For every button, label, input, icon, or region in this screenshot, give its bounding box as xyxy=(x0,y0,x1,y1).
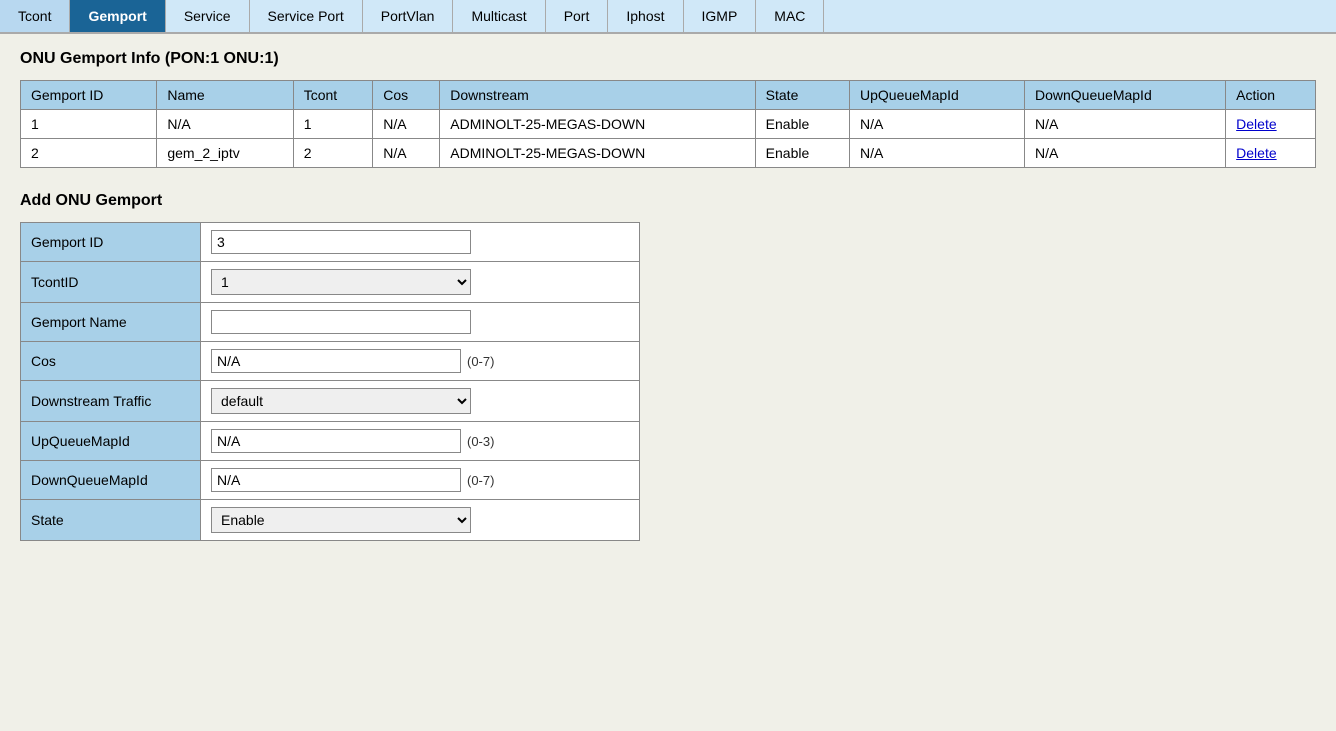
cos-cell: (0-7) xyxy=(201,342,640,381)
form-row-gemport-name: Gemport Name xyxy=(21,303,640,342)
tab-gemport[interactable]: Gemport xyxy=(70,0,165,32)
col-downqueue: DownQueueMapId xyxy=(1025,81,1226,110)
gemport-info-table: Gemport ID Name Tcont Cos Downstream Sta… xyxy=(20,80,1316,168)
gemport-name-cell xyxy=(201,303,640,342)
tcont-id-label: TcontID xyxy=(21,262,201,303)
col-cos: Cos xyxy=(373,81,440,110)
state-select[interactable]: EnableDisable xyxy=(211,507,471,533)
downqueue-cell: (0-7) xyxy=(201,461,640,500)
tab-service[interactable]: Service xyxy=(166,0,250,32)
col-name: Name xyxy=(157,81,293,110)
col-action: Action xyxy=(1226,81,1316,110)
tcont-id-cell: 123 xyxy=(201,262,640,303)
gemport-id-cell xyxy=(201,223,640,262)
gemport-name-label: Gemport Name xyxy=(21,303,201,342)
add-gemport-form: Gemport ID TcontID 123 Gemport Name Cos xyxy=(20,222,640,541)
downstream-traffic-label: Downstream Traffic xyxy=(21,381,201,422)
tab-port[interactable]: Port xyxy=(546,0,609,32)
downqueue-label: DownQueueMapId xyxy=(21,461,201,500)
tab-service-port[interactable]: Service Port xyxy=(250,0,363,32)
tab-portvlan[interactable]: PortVlan xyxy=(363,0,454,32)
gemport-id-input[interactable] xyxy=(211,230,471,254)
tab-mac[interactable]: MAC xyxy=(756,0,824,32)
downstream-traffic-select[interactable]: default xyxy=(211,388,471,414)
downqueue-range: (0-7) xyxy=(467,473,494,488)
tab-multicast[interactable]: Multicast xyxy=(453,0,545,32)
form-row-state: State EnableDisable xyxy=(21,500,640,541)
cos-range: (0-7) xyxy=(467,354,494,369)
gemport-id-label: Gemport ID xyxy=(21,223,201,262)
form-row-downqueue: DownQueueMapId (0-7) xyxy=(21,461,640,500)
tab-tcont[interactable]: Tcont xyxy=(0,0,70,32)
form-row-cos: Cos (0-7) xyxy=(21,342,640,381)
form-row-gemport-id: Gemport ID xyxy=(21,223,640,262)
tcont-id-select[interactable]: 123 xyxy=(211,269,471,295)
downqueue-input[interactable] xyxy=(211,468,461,492)
delete-link[interactable]: Delete xyxy=(1236,145,1276,161)
cos-input[interactable] xyxy=(211,349,461,373)
col-upqueue: UpQueueMapId xyxy=(850,81,1025,110)
table-row: 2gem_2_iptv2N/AADMINOLT-25-MEGAS-DOWNEna… xyxy=(21,139,1316,168)
col-downstream: Downstream xyxy=(440,81,755,110)
upqueue-input[interactable] xyxy=(211,429,461,453)
tab-bar: Tcont Gemport Service Service Port PortV… xyxy=(0,0,1336,34)
page-title: ONU Gemport Info (PON:1 ONU:1) xyxy=(20,50,1316,68)
add-section-title: Add ONU Gemport xyxy=(20,192,1316,210)
col-tcont: Tcont xyxy=(293,81,373,110)
delete-link[interactable]: Delete xyxy=(1236,116,1276,132)
col-gemport-id: Gemport ID xyxy=(21,81,157,110)
tab-iphost[interactable]: Iphost xyxy=(608,0,683,32)
state-cell: EnableDisable xyxy=(201,500,640,541)
upqueue-label: UpQueueMapId xyxy=(21,422,201,461)
tab-igmp[interactable]: IGMP xyxy=(684,0,757,32)
form-row-downstream-traffic: Downstream Traffic default xyxy=(21,381,640,422)
form-row-tcont-id: TcontID 123 xyxy=(21,262,640,303)
downstream-traffic-cell: default xyxy=(201,381,640,422)
state-label: State xyxy=(21,500,201,541)
upqueue-range: (0-3) xyxy=(467,434,494,449)
col-state: State xyxy=(755,81,849,110)
form-row-upqueue: UpQueueMapId (0-3) xyxy=(21,422,640,461)
upqueue-cell: (0-3) xyxy=(201,422,640,461)
page-content: ONU Gemport Info (PON:1 ONU:1) Gemport I… xyxy=(0,34,1336,557)
cos-label: Cos xyxy=(21,342,201,381)
gemport-name-input[interactable] xyxy=(211,310,471,334)
table-row: 1N/A1N/AADMINOLT-25-MEGAS-DOWNEnableN/AN… xyxy=(21,110,1316,139)
